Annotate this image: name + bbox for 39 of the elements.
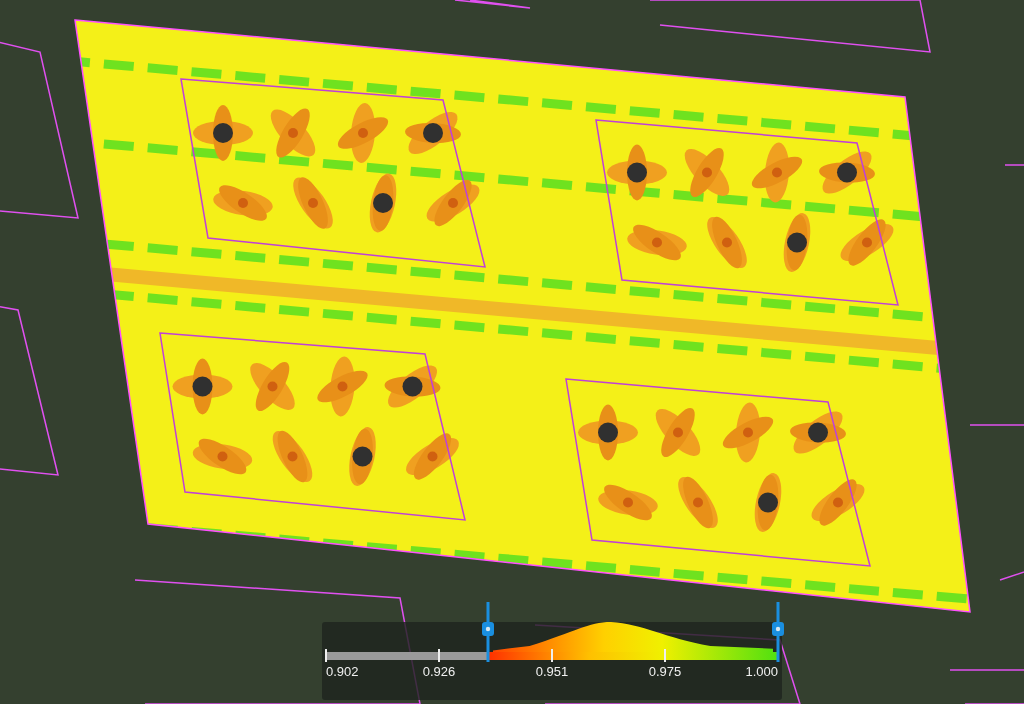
plant-drawing [754, 473, 782, 532]
plant-drawing [270, 108, 316, 158]
plant-drawing [193, 105, 253, 161]
plant-drawing [790, 411, 846, 454]
plant-drawing [192, 438, 253, 475]
plant-drawing [783, 213, 811, 272]
plant-drawing [655, 408, 701, 457]
plant-drawing [678, 476, 718, 529]
plant-drawing [840, 219, 894, 266]
plant-drawing [349, 427, 376, 486]
plant-drawing [272, 430, 313, 483]
plant-drawing [578, 404, 638, 461]
range-slider-handle[interactable] [481, 602, 494, 662]
plant-drawing [598, 484, 658, 521]
plant-drawing [426, 179, 480, 227]
plant-drawing [369, 173, 397, 233]
plant-drawing [172, 358, 233, 415]
plant-drawing [751, 142, 803, 203]
plant-drawing [406, 433, 459, 480]
plant-drawing [707, 216, 747, 269]
scale-tick-label: 1.000 [745, 664, 778, 679]
plant-drawing [317, 356, 368, 417]
scale-tick-label: 0.975 [648, 664, 682, 679]
plant-drawing [627, 224, 687, 261]
plant-drawing [607, 144, 667, 201]
range-slider-handle[interactable] [772, 602, 784, 662]
plant-drawing [250, 362, 295, 411]
plant-drawing [811, 479, 865, 526]
plant-drawing [384, 365, 441, 408]
plant-drawing [293, 177, 333, 229]
scale-tick-label: 0.951 [535, 664, 569, 679]
scale-tick-label: 0.926 [422, 664, 456, 679]
plant-drawing [213, 185, 273, 221]
plant-drawing [405, 112, 461, 154]
plant-drawing [722, 402, 774, 463]
plant-drawing [684, 148, 730, 197]
plant-drawing [819, 151, 875, 194]
plant-drawing [337, 103, 389, 163]
scale-tick-label: 0.902 [326, 664, 359, 679]
